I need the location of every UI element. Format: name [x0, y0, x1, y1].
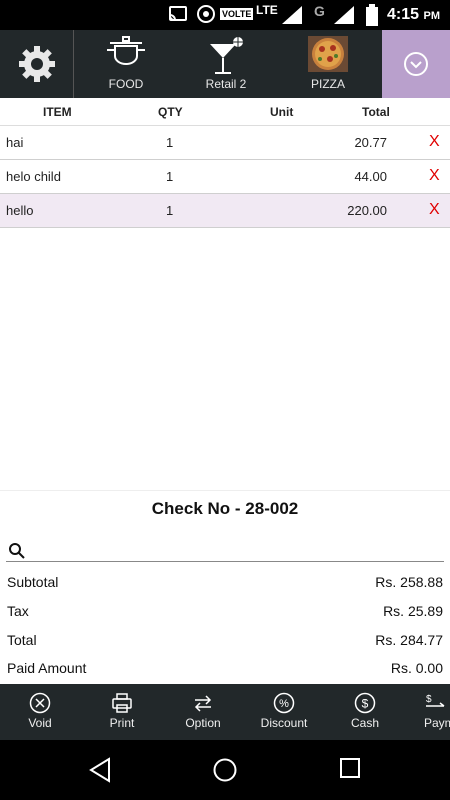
action-bar: Void Print Option % Discount $ Cash $ Pa… — [0, 684, 450, 740]
subtotal-label: Subtotal — [7, 574, 59, 590]
percent-icon: % — [273, 692, 295, 714]
delete-item-button[interactable]: X — [429, 167, 440, 185]
row-item: hello — [6, 203, 34, 218]
status-bar: VOLTE LTE G 4:15 PM — [0, 0, 450, 30]
subtotal-value: Rs. 258.88 — [375, 574, 443, 590]
gear-icon — [18, 46, 55, 82]
food-pot-icon — [107, 36, 145, 65]
volte-badge: VOLTE — [220, 8, 254, 20]
void-icon — [29, 692, 51, 714]
row-total: 20.77 — [354, 135, 387, 150]
check-number: Check No - 28-002 — [0, 490, 450, 524]
total-value: Rs. 284.77 — [375, 632, 443, 648]
category-pizza-label: PIZZA — [310, 77, 345, 91]
cast-icon — [169, 6, 187, 21]
row-item: hai — [6, 135, 24, 150]
row-qty: 1 — [166, 169, 174, 184]
paid-amount-row: Paid Amount Rs. 0.00 — [0, 655, 450, 683]
delete-item-button[interactable]: X — [429, 133, 440, 151]
cash-button[interactable]: $ Cash — [330, 684, 400, 740]
search-icon — [9, 543, 25, 559]
table-row[interactable]: hai 1 20.77 X — [0, 126, 450, 160]
tax-label: Tax — [7, 603, 29, 619]
payment-icon: $ — [426, 694, 445, 707]
print-button[interactable]: Print — [87, 684, 157, 740]
category-food[interactable]: FOOD — [86, 30, 166, 98]
settings-button[interactable] — [0, 30, 74, 98]
category-food-label: FOOD — [108, 77, 144, 91]
cocktail-icon — [210, 37, 243, 74]
total-row: Total Rs. 284.77 — [0, 627, 450, 655]
row-item: helo child — [6, 169, 61, 184]
check-label: Check No - — [151, 499, 246, 518]
cash-label: Cash — [350, 716, 379, 730]
tax-value: Rs. 25.89 — [383, 603, 443, 619]
back-icon[interactable] — [88, 757, 112, 783]
paid-amount-label: Paid Amount — [7, 660, 87, 676]
option-label: Option — [185, 716, 221, 730]
row-qty: 1 — [166, 203, 174, 218]
table-row[interactable]: helo child 1 44.00 X — [0, 160, 450, 194]
header-item: ITEM — [43, 105, 72, 119]
header-total: Total — [362, 105, 390, 119]
row-total: 220.00 — [347, 203, 387, 218]
network-type-label: G — [314, 3, 325, 19]
header-unit: Unit — [270, 105, 294, 119]
category-bar: FOOD Retail 2 PIZZA — [0, 30, 450, 98]
chevron-down-circle-icon — [404, 52, 428, 76]
svg-text:$: $ — [426, 694, 432, 705]
system-nav-bar — [0, 740, 450, 800]
printer-icon — [112, 693, 132, 713]
void-button[interactable]: Void — [5, 684, 75, 740]
payment-button[interactable]: $ Paym — [405, 684, 450, 740]
option-button[interactable]: Option — [168, 684, 238, 740]
order-table-header: ITEM QTY Unit Total — [0, 98, 450, 126]
table-row[interactable]: hello 1 220.00 X — [0, 194, 450, 228]
row-qty: 1 — [166, 135, 174, 150]
void-label: Void — [28, 716, 52, 730]
subtotal-row: Subtotal Rs. 258.88 — [0, 569, 450, 597]
signal-icon-2 — [334, 6, 354, 24]
payment-label: Paym — [424, 716, 450, 730]
category-retail-2[interactable]: Retail 2 — [186, 30, 266, 98]
paid-amount-value: Rs. 0.00 — [390, 660, 443, 676]
status-time: 4:15 — [387, 6, 420, 23]
svg-text:%: % — [279, 698, 289, 710]
hotspot-icon — [197, 5, 215, 23]
print-label: Print — [109, 716, 135, 730]
search-input[interactable] — [30, 540, 440, 562]
tax-row: Tax Rs. 25.89 — [0, 598, 450, 626]
header-qty: QTY — [158, 105, 183, 119]
lte-label: LTE — [256, 3, 278, 17]
discount-button[interactable]: % Discount — [249, 684, 319, 740]
recents-icon[interactable] — [339, 757, 361, 779]
delete-item-button[interactable]: X — [429, 201, 440, 219]
pizza-image — [308, 36, 348, 72]
category-pizza[interactable]: PIZZA — [288, 30, 368, 98]
swap-icon — [194, 695, 212, 712]
total-label: Total — [7, 632, 37, 648]
battery-icon — [366, 4, 378, 26]
discount-label: Discount — [260, 716, 308, 730]
svg-text:$: $ — [362, 697, 369, 711]
signal-icon — [282, 6, 302, 24]
status-ampm: PM — [423, 10, 441, 22]
check-value: 28-002 — [245, 499, 299, 518]
dollar-icon: $ — [354, 692, 376, 714]
row-total: 44.00 — [354, 169, 387, 184]
expand-categories-button[interactable] — [382, 30, 450, 98]
home-icon[interactable] — [212, 757, 238, 783]
search-field[interactable] — [6, 540, 444, 562]
category-retail-2-label: Retail 2 — [205, 77, 247, 91]
